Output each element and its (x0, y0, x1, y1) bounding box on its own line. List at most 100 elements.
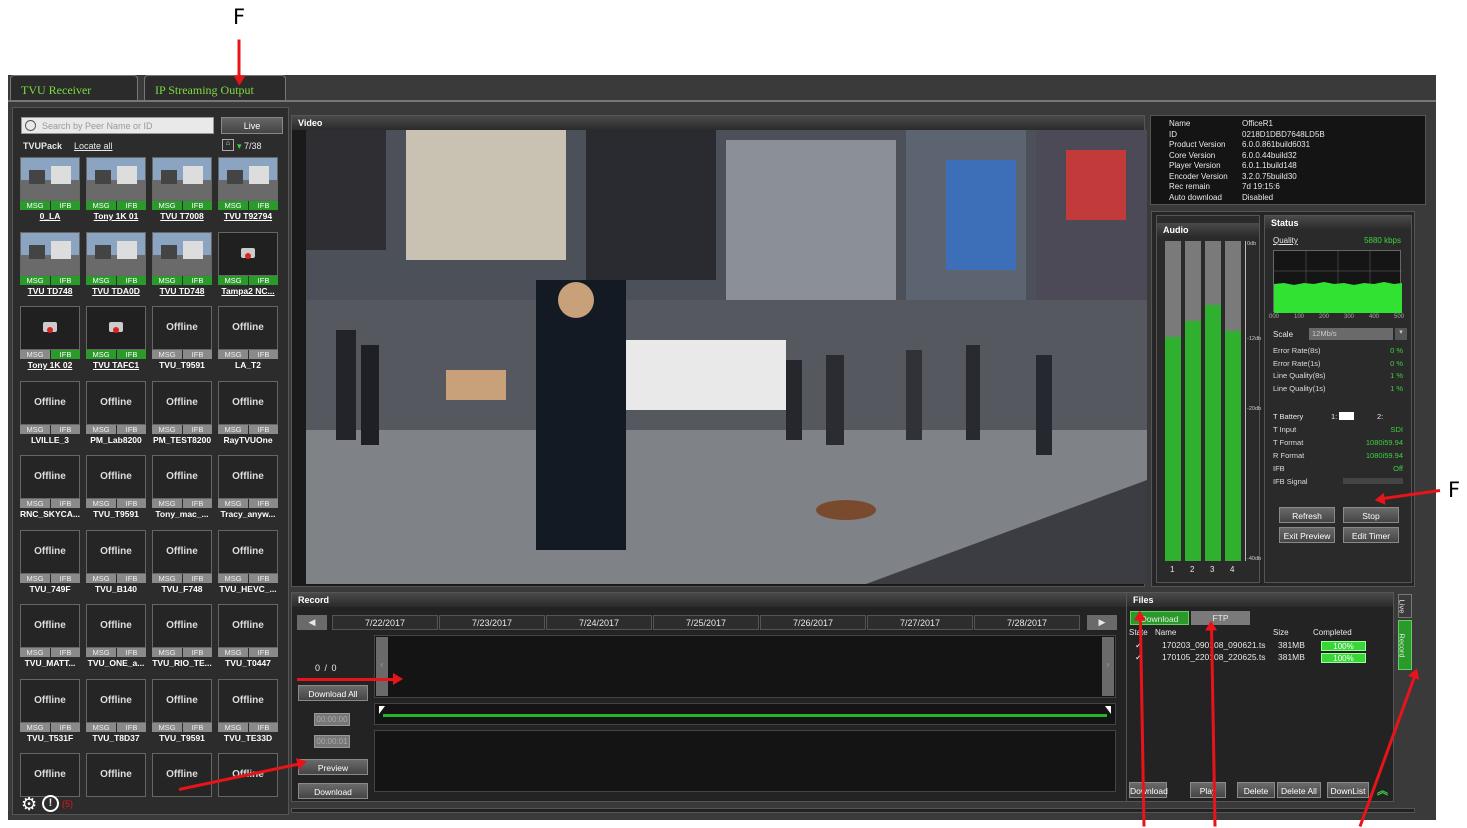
expand-up-icon[interactable]: ︽ (1377, 782, 1388, 798)
peer-name[interactable]: RNC_SKYCA... (16, 509, 84, 519)
peer-name[interactable]: LVILLE_3 (16, 435, 84, 445)
timeline-track[interactable] (374, 703, 1116, 725)
msg-badge[interactable]: MSG (152, 648, 182, 657)
ifb-badge[interactable]: IFB (183, 424, 212, 434)
files-column-header[interactable]: Name (1155, 628, 1176, 637)
peer-name[interactable]: TVU_T9591 (148, 733, 216, 743)
download-all-button[interactable]: Download All (298, 685, 368, 701)
peer-name[interactable]: TVU_HEVC_... (214, 584, 282, 594)
peer-name[interactable]: TVU TD748 (16, 286, 84, 296)
peer-thumbnail[interactable]: Offline (86, 529, 146, 574)
clip-scroll-right[interactable]: › (1102, 637, 1114, 696)
files-column-header[interactable]: Size (1273, 628, 1289, 637)
clip-scroll-left[interactable]: ‹ (376, 637, 388, 696)
peer-thumbnail[interactable] (152, 157, 212, 201)
peer-name[interactable]: PM_Lab8200 (82, 435, 150, 445)
peer-tile[interactable]: Offline MSG IFB RNC_SKYCA... (20, 455, 80, 521)
ifb-badge[interactable]: IFB (183, 499, 212, 508)
peer-name[interactable]: TVU_TE33D (214, 733, 282, 743)
ifb-badge[interactable]: IFB (117, 424, 146, 434)
msg-badge[interactable]: MSG (152, 499, 182, 508)
ifb-badge[interactable]: IFB (249, 648, 278, 657)
ifb-badge[interactable]: IFB (183, 350, 212, 359)
date-cell[interactable]: 7/25/2017 (653, 615, 759, 630)
msg-badge[interactable]: MSG (20, 499, 50, 508)
peer-thumbnail[interactable]: Offline (20, 604, 80, 648)
peer-tile[interactable]: MSG IFB TVU TD748 (20, 231, 80, 298)
peer-tile[interactable]: Offline MSG IFB Tony_mac_... (152, 455, 212, 521)
peer-name[interactable]: TVU_T0447 (214, 658, 282, 668)
record-download-button[interactable]: Download (298, 783, 368, 799)
msg-badge[interactable]: MSG (218, 201, 248, 210)
side-tab-record[interactable]: Record (1398, 620, 1412, 670)
peer-name[interactable]: TVU_ONE_a... (82, 658, 150, 668)
refresh-button[interactable]: Refresh (1279, 507, 1335, 523)
ifb-badge[interactable]: IFB (117, 275, 146, 285)
peer-name[interactable]: TVU TAFC1 (82, 360, 150, 370)
peer-name[interactable]: Tracy_anyw... (214, 509, 282, 519)
msg-badge[interactable]: MSG (218, 722, 248, 732)
ifb-badge[interactable]: IFB (183, 201, 212, 210)
msg-badge[interactable]: MSG (218, 424, 248, 434)
msg-badge[interactable]: MSG (86, 424, 116, 434)
peer-tile[interactable]: MSG IFB Tony 1K 02 (20, 306, 80, 372)
edit-timer-button[interactable]: Edit Timer (1343, 527, 1399, 543)
msg-badge[interactable]: MSG (86, 499, 116, 508)
peer-thumbnail[interactable]: Offline (152, 604, 212, 648)
peer-tile[interactable]: Offline MSG IFB TVU_B140 (86, 529, 146, 596)
msg-badge[interactable]: MSG (218, 573, 248, 583)
msg-badge[interactable]: MSG (86, 201, 116, 210)
peer-tile[interactable]: Offline MSG IFB TVU_HEVC_... (218, 529, 278, 596)
peer-thumbnail[interactable] (218, 157, 278, 201)
peer-thumbnail[interactable]: Offline (20, 529, 80, 574)
msg-badge[interactable]: MSG (218, 350, 248, 359)
preview-button[interactable]: Preview (298, 759, 368, 775)
peer-name[interactable]: TVU_T531F (16, 733, 84, 743)
msg-badge[interactable]: MSG (20, 275, 50, 285)
peer-thumbnail[interactable]: Offline (218, 678, 278, 723)
ifb-badge[interactable]: IFB (249, 275, 278, 285)
peer-tile[interactable]: MSG IFB TVU TAFC1 (86, 306, 146, 372)
msg-badge[interactable]: MSG (152, 573, 182, 583)
peer-thumbnail[interactable] (20, 157, 80, 201)
alert-icon[interactable]: ! (42, 795, 59, 812)
date-cell[interactable]: 7/23/2017 (439, 615, 545, 630)
peer-name[interactable]: TVU_MATT... (16, 658, 84, 668)
peer-thumbnail[interactable]: Offline (152, 380, 212, 425)
peer-tile[interactable]: Offline (86, 753, 146, 819)
peer-tile[interactable]: Offline MSG IFB PM_TEST8200 (152, 380, 212, 447)
peer-thumbnail[interactable]: Offline (218, 380, 278, 425)
ifb-badge[interactable]: IFB (117, 722, 146, 732)
ifb-badge[interactable]: IFB (51, 722, 80, 732)
peer-tile[interactable]: Offline MSG IFB TVU_T8D37 (86, 678, 146, 745)
files-column-header[interactable]: Completed (1313, 628, 1352, 637)
peer-tile[interactable]: Offline MSG IFB TVU_T9591 (152, 306, 212, 372)
msg-badge[interactable]: MSG (20, 350, 50, 359)
peer-tile[interactable]: Offline MSG IFB RayTVUOne (218, 380, 278, 447)
peer-thumbnail[interactable] (86, 157, 146, 201)
peer-tile[interactable]: MSG IFB Tampa2 NC... (218, 231, 278, 298)
date-prev-button[interactable]: ◀ (297, 615, 327, 630)
peer-thumbnail[interactable]: Offline (86, 604, 146, 648)
file-row[interactable]: ✓170203_090108_090621.ts381MB100% (1129, 640, 1391, 652)
date-next-button[interactable]: ▶ (1087, 615, 1117, 630)
peer-tile[interactable]: Offline MSG IFB Tracy_anyw... (218, 455, 278, 521)
peer-tile[interactable]: Offline (152, 753, 212, 819)
peer-thumbnail[interactable]: Offline (152, 455, 212, 499)
files-download-button[interactable]: Download (1129, 782, 1168, 798)
peer-tile[interactable]: Offline MSG IFB LA_T2 (218, 306, 278, 372)
tab-tvu-receiver[interactable]: TVU Receiver (10, 75, 138, 101)
peer-tile[interactable]: Offline MSG IFB TVU_T0447 (218, 604, 278, 670)
search-input[interactable]: Search by Peer Name or ID (21, 117, 214, 134)
peer-thumbnail[interactable]: Offline (218, 306, 278, 350)
ifb-badge[interactable]: IFB (117, 350, 146, 359)
peer-tile[interactable]: MSG IFB TVU TDA0D (86, 231, 146, 298)
msg-badge[interactable]: MSG (20, 722, 50, 732)
date-cell[interactable]: 7/24/2017 (546, 615, 652, 630)
msg-badge[interactable]: MSG (152, 275, 182, 285)
peer-tile[interactable]: Offline MSG IFB TVU_749F (20, 529, 80, 596)
msg-badge[interactable]: MSG (20, 201, 50, 210)
stop-button[interactable]: Stop (1343, 507, 1399, 523)
peer-thumbnail[interactable]: Offline (152, 529, 212, 574)
peer-thumbnail[interactable] (218, 231, 278, 276)
